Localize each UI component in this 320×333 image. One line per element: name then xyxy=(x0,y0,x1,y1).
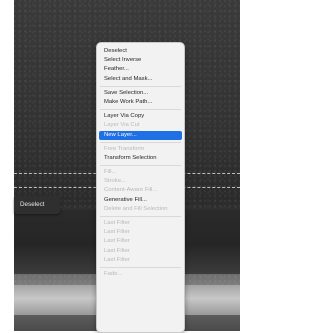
menu-separator xyxy=(100,109,181,111)
menu-item-layer-via-copy[interactable]: Layer Via Copy xyxy=(97,112,184,121)
menu-separator xyxy=(100,141,181,143)
menu-item-select-and-mask[interactable]: Select and Mask... xyxy=(97,75,184,84)
menu-item-delete-and-fill-selection: Delete and Fill Selection xyxy=(104,205,168,212)
context-menu-items: Deselect Select Inverse Feather... Select a… xyxy=(97,43,184,279)
menu-item-save-selection[interactable]: Save Selection... xyxy=(97,89,184,98)
menu-item-fade: Fade... xyxy=(104,270,123,277)
menu-item-new-layer[interactable]: New Layer... xyxy=(99,130,182,140)
menu-item-last-filter: Last Filter xyxy=(104,238,130,245)
context-menu: Deselect Select Inverse Feather... Select a… xyxy=(96,42,185,333)
menu-separator xyxy=(100,165,181,167)
menu-item-free-transform: Free Transform xyxy=(104,145,145,152)
menu-item-last-filter: Last Filter xyxy=(104,229,130,236)
menu-item-select-inverse[interactable]: Select Inverse xyxy=(97,56,184,65)
menu-item-feather[interactable]: Feather... xyxy=(97,65,184,74)
menu-item-stroke: Stroke... xyxy=(104,178,126,185)
menu-item-content-aware-fill: Content-Aware Fill... xyxy=(104,187,158,194)
menu-item-last-filter: Last Filter xyxy=(104,247,130,254)
menu-separator xyxy=(100,85,181,87)
contextual-task-bar: Deselect xyxy=(14,196,60,214)
menu-item-transform-selection[interactable]: Transform Selection xyxy=(97,154,184,163)
menu-separator xyxy=(100,216,181,217)
menu-item-last-filter: Last Filter xyxy=(104,220,130,226)
menu-separator xyxy=(100,266,181,268)
menu-item-generative-fill[interactable]: Generative Fill... xyxy=(97,196,184,205)
menu-item-make-work-path[interactable]: Make Work Path... xyxy=(97,98,184,107)
menu-item-deselect[interactable]: Deselect xyxy=(97,47,184,56)
menu-item-layer-via-cut: Layer Via Cut xyxy=(104,122,140,129)
deselect-button[interactable]: Deselect xyxy=(20,200,45,210)
menu-item-last-filter: Last Filter xyxy=(104,256,130,263)
menu-item-fill: Fill... xyxy=(104,169,117,176)
